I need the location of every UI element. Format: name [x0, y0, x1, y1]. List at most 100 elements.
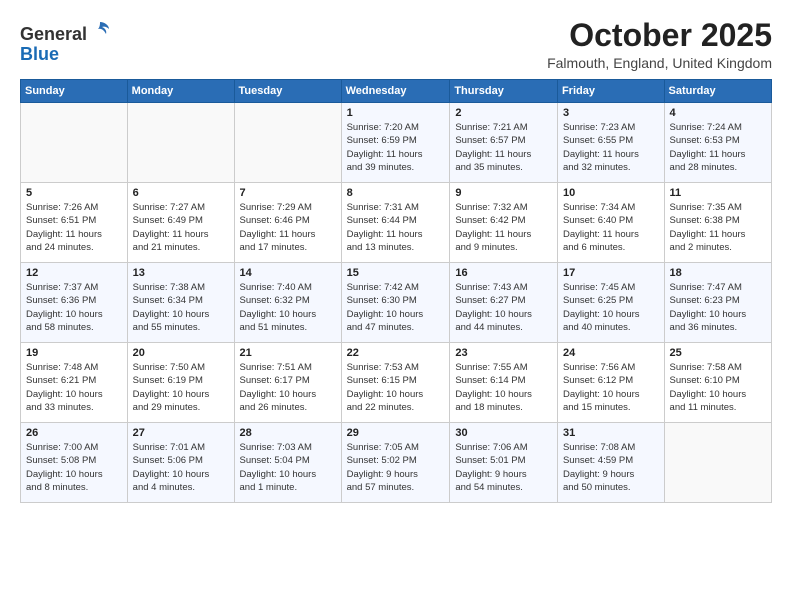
day-info: Sunrise: 7:31 AM Sunset: 6:44 PM Dayligh…: [347, 201, 445, 254]
calendar-cell: [127, 103, 234, 183]
day-info: Sunrise: 7:20 AM Sunset: 6:59 PM Dayligh…: [347, 121, 445, 174]
calendar-week-row: 12Sunrise: 7:37 AM Sunset: 6:36 PM Dayli…: [21, 263, 772, 343]
day-info: Sunrise: 7:27 AM Sunset: 6:49 PM Dayligh…: [133, 201, 229, 254]
day-info: Sunrise: 7:23 AM Sunset: 6:55 PM Dayligh…: [563, 121, 659, 174]
day-info: Sunrise: 7:08 AM Sunset: 4:59 PM Dayligh…: [563, 441, 659, 494]
calendar-cell: 28 Sunrise: 7:03 AM Sunset: 5:04 PM Dayli…: [234, 423, 341, 503]
day-number: 23: [455, 347, 552, 359]
day-number: 26: [26, 427, 122, 439]
day-info: Sunrise: 7:55 AM Sunset: 6:14 PM Dayligh…: [455, 361, 552, 414]
day-info: Sunrise: 7:26 AM Sunset: 6:51 PM Dayligh…: [26, 201, 122, 254]
day-info: Sunrise: 7:21 AM Sunset: 6:57 PM Dayligh…: [455, 121, 552, 174]
calendar-cell: 24 Sunrise: 7:56 AM Sunset: 6:12 PM Dayli…: [557, 343, 664, 423]
calendar-cell: 25Sunrise: 7:58 AM Sunset: 6:10 PM Dayli…: [664, 343, 771, 423]
logo-blue-text: Blue: [20, 44, 59, 64]
day-number: 3: [563, 107, 659, 119]
day-info: Sunrise: 7:06 AM Sunset: 5:01 PM Dayligh…: [455, 441, 552, 494]
day-number: 10: [563, 187, 659, 199]
weekday-header-saturday: Saturday: [664, 80, 771, 103]
calendar-cell: 11Sunrise: 7:35 AM Sunset: 6:38 PM Dayli…: [664, 183, 771, 263]
calendar-cell: 1Sunrise: 7:20 AM Sunset: 6:59 PM Daylig…: [341, 103, 450, 183]
logo-general-text: General: [20, 24, 87, 44]
calendar-cell: 17 Sunrise: 7:45 AM Sunset: 6:25 PM Dayli…: [557, 263, 664, 343]
day-info: Sunrise: 7:05 AM Sunset: 5:02 PM Dayligh…: [347, 441, 445, 494]
day-info: Sunrise: 7:42 AM Sunset: 6:30 PM Dayligh…: [347, 281, 445, 334]
calendar-week-row: 5 Sunrise: 7:26 AM Sunset: 6:51 PM Daylig…: [21, 183, 772, 263]
logo-bird-icon: [89, 18, 111, 40]
calendar-cell: 31Sunrise: 7:08 AM Sunset: 4:59 PM Dayli…: [557, 423, 664, 503]
calendar-cell: 4 Sunrise: 7:24 AM Sunset: 6:53 PM Daylig…: [664, 103, 771, 183]
page: General Blue October 2025 Falmouth, Engl…: [0, 0, 792, 612]
day-number: 8: [347, 187, 445, 199]
calendar-cell: 10 Sunrise: 7:34 AM Sunset: 6:40 PM Dayli…: [557, 183, 664, 263]
calendar-cell: 16Sunrise: 7:43 AM Sunset: 6:27 PM Dayli…: [450, 263, 558, 343]
day-number: 24: [563, 347, 659, 359]
day-info: Sunrise: 7:01 AM Sunset: 5:06 PM Dayligh…: [133, 441, 229, 494]
calendar-cell: 8 Sunrise: 7:31 AM Sunset: 6:44 PM Daylig…: [341, 183, 450, 263]
day-info: Sunrise: 7:47 AM Sunset: 6:23 PM Dayligh…: [670, 281, 766, 334]
day-info: Sunrise: 7:56 AM Sunset: 6:12 PM Dayligh…: [563, 361, 659, 414]
month-title: October 2025: [547, 18, 772, 53]
day-number: 30: [455, 427, 552, 439]
calendar-cell: 30 Sunrise: 7:06 AM Sunset: 5:01 PM Dayli…: [450, 423, 558, 503]
calendar-cell: 12Sunrise: 7:37 AM Sunset: 6:36 PM Dayli…: [21, 263, 128, 343]
calendar-cell: [664, 423, 771, 503]
day-number: 17: [563, 267, 659, 279]
day-info: Sunrise: 7:53 AM Sunset: 6:15 PM Dayligh…: [347, 361, 445, 414]
day-info: Sunrise: 7:00 AM Sunset: 5:08 PM Dayligh…: [26, 441, 122, 494]
day-info: Sunrise: 7:58 AM Sunset: 6:10 PM Dayligh…: [670, 361, 766, 414]
day-number: 6: [133, 187, 229, 199]
day-number: 15: [347, 267, 445, 279]
calendar-cell: 20 Sunrise: 7:50 AM Sunset: 6:19 PM Dayli…: [127, 343, 234, 423]
calendar-cell: 15 Sunrise: 7:42 AM Sunset: 6:30 PM Dayli…: [341, 263, 450, 343]
day-number: 5: [26, 187, 122, 199]
day-number: 28: [240, 427, 336, 439]
weekday-header-wednesday: Wednesday: [341, 80, 450, 103]
day-info: Sunrise: 7:32 AM Sunset: 6:42 PM Dayligh…: [455, 201, 552, 254]
calendar-cell: 19 Sunrise: 7:48 AM Sunset: 6:21 PM Dayli…: [21, 343, 128, 423]
day-info: Sunrise: 7:51 AM Sunset: 6:17 PM Dayligh…: [240, 361, 336, 414]
calendar-cell: 27 Sunrise: 7:01 AM Sunset: 5:06 PM Dayli…: [127, 423, 234, 503]
calendar-week-row: 1Sunrise: 7:20 AM Sunset: 6:59 PM Daylig…: [21, 103, 772, 183]
day-number: 16: [455, 267, 552, 279]
day-number: 13: [133, 267, 229, 279]
day-number: 11: [670, 187, 766, 199]
calendar-cell: 21Sunrise: 7:51 AM Sunset: 6:17 PM Dayli…: [234, 343, 341, 423]
calendar-cell: 29 Sunrise: 7:05 AM Sunset: 5:02 PM Dayli…: [341, 423, 450, 503]
calendar-cell: 14 Sunrise: 7:40 AM Sunset: 6:32 PM Dayli…: [234, 263, 341, 343]
day-number: 9: [455, 187, 552, 199]
day-info: Sunrise: 7:40 AM Sunset: 6:32 PM Dayligh…: [240, 281, 336, 334]
day-number: 14: [240, 267, 336, 279]
weekday-header-tuesday: Tuesday: [234, 80, 341, 103]
calendar-header-row: SundayMondayTuesdayWednesdayThursdayFrid…: [21, 80, 772, 103]
day-number: 19: [26, 347, 122, 359]
calendar-cell: 9 Sunrise: 7:32 AM Sunset: 6:42 PM Daylig…: [450, 183, 558, 263]
day-number: 4: [670, 107, 766, 119]
day-number: 27: [133, 427, 229, 439]
calendar-cell: 7 Sunrise: 7:29 AM Sunset: 6:46 PM Daylig…: [234, 183, 341, 263]
calendar-cell: 2Sunrise: 7:21 AM Sunset: 6:57 PM Daylig…: [450, 103, 558, 183]
weekday-header-sunday: Sunday: [21, 80, 128, 103]
calendar-cell: 3 Sunrise: 7:23 AM Sunset: 6:55 PM Daylig…: [557, 103, 664, 183]
day-info: Sunrise: 7:03 AM Sunset: 5:04 PM Dayligh…: [240, 441, 336, 494]
calendar-cell: [234, 103, 341, 183]
calendar-cell: 6 Sunrise: 7:27 AM Sunset: 6:49 PM Daylig…: [127, 183, 234, 263]
day-info: Sunrise: 7:24 AM Sunset: 6:53 PM Dayligh…: [670, 121, 766, 174]
weekday-header-friday: Friday: [557, 80, 664, 103]
calendar-week-row: 19 Sunrise: 7:48 AM Sunset: 6:21 PM Dayli…: [21, 343, 772, 423]
day-number: 22: [347, 347, 445, 359]
day-info: Sunrise: 7:48 AM Sunset: 6:21 PM Dayligh…: [26, 361, 122, 414]
title-block: October 2025 Falmouth, England, United K…: [547, 18, 772, 71]
location: Falmouth, England, United Kingdom: [547, 55, 772, 71]
weekday-header-monday: Monday: [127, 80, 234, 103]
day-number: 20: [133, 347, 229, 359]
day-number: 29: [347, 427, 445, 439]
day-info: Sunrise: 7:34 AM Sunset: 6:40 PM Dayligh…: [563, 201, 659, 254]
calendar-cell: 23 Sunrise: 7:55 AM Sunset: 6:14 PM Dayli…: [450, 343, 558, 423]
day-number: 12: [26, 267, 122, 279]
day-number: 7: [240, 187, 336, 199]
day-info: Sunrise: 7:29 AM Sunset: 6:46 PM Dayligh…: [240, 201, 336, 254]
calendar-cell: 13Sunrise: 7:38 AM Sunset: 6:34 PM Dayli…: [127, 263, 234, 343]
day-info: Sunrise: 7:50 AM Sunset: 6:19 PM Dayligh…: [133, 361, 229, 414]
day-info: Sunrise: 7:45 AM Sunset: 6:25 PM Dayligh…: [563, 281, 659, 334]
